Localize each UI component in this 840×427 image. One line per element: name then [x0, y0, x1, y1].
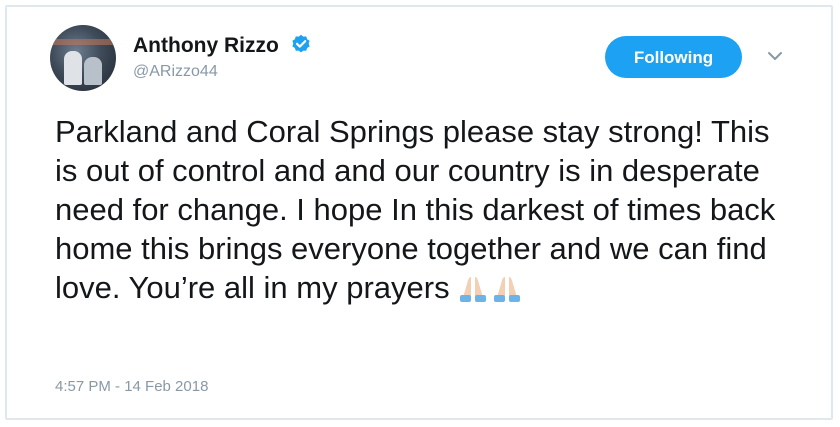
avatar[interactable] — [50, 25, 116, 91]
avatar-figure — [64, 51, 82, 85]
emoji-group — [456, 274, 524, 313]
verified-badge-icon — [292, 34, 310, 53]
chevron-down-icon[interactable] — [766, 50, 784, 62]
avatar-figure — [84, 57, 102, 85]
following-button[interactable]: Following — [605, 36, 742, 78]
tweet-text: Parkland and Coral Springs please stay s… — [55, 114, 776, 305]
avatar-background-detail — [50, 39, 116, 45]
author-name-row[interactable]: Anthony Rizzo — [133, 34, 311, 58]
tweet-body: Parkland and Coral Springs please stay s… — [55, 112, 795, 313]
folded-hands-icon — [459, 277, 486, 302]
author-name[interactable]: Anthony Rizzo — [133, 34, 279, 57]
author-handle[interactable]: @ARizzo44 — [133, 62, 218, 82]
tweet-timestamp[interactable]: 4:57 PM - 14 Feb 2018 — [55, 378, 208, 396]
folded-hands-icon — [493, 277, 520, 302]
